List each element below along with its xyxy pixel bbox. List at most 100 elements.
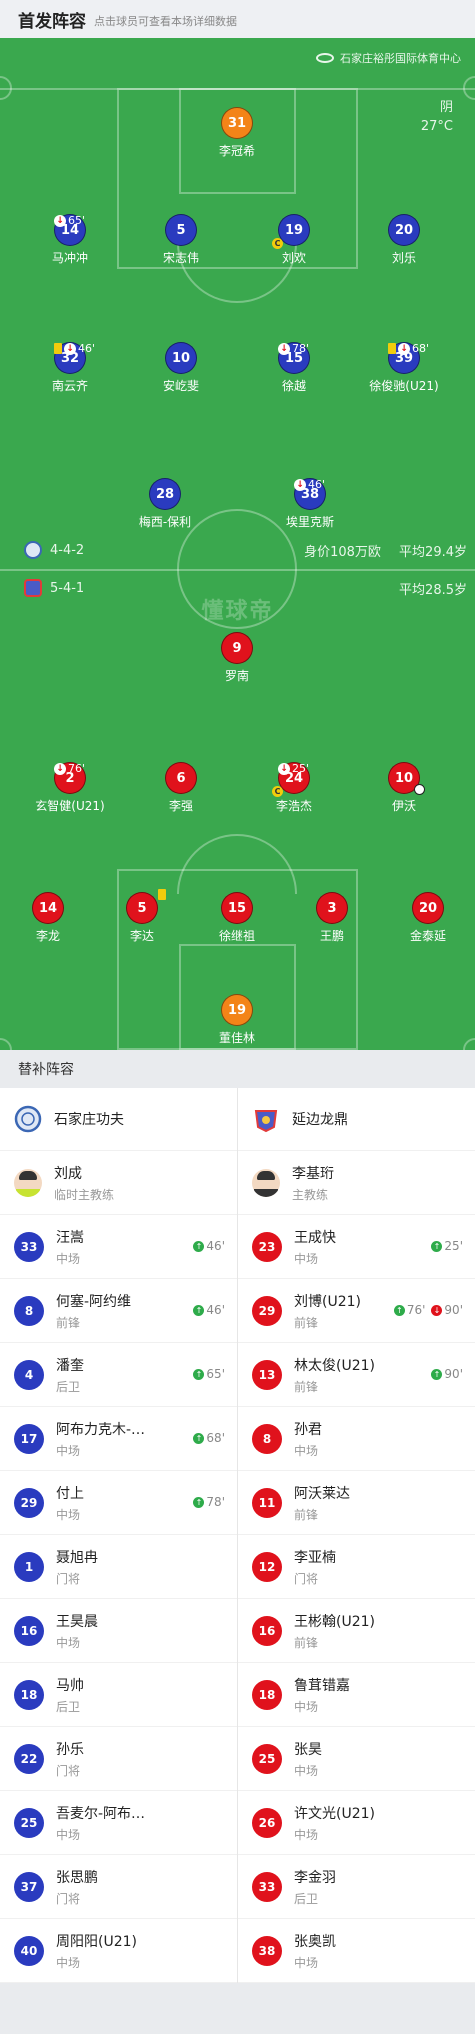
player-number: 31 [221, 107, 253, 139]
pitch-player[interactable]: 28 梅西-保利 [105, 478, 225, 530]
sub-player-number: 16 [252, 1615, 282, 1646]
sub-out-icon: ↓ [278, 762, 290, 775]
sub-player-row[interactable]: 22 孙乐 门将 [0, 1727, 237, 1791]
substitution-badge: ↓ 65' [54, 214, 85, 227]
player-name: 刘乐 [391, 251, 416, 265]
sub-player-number: 16 [14, 1615, 44, 1646]
sub-in-minute: 68' [206, 1431, 225, 1445]
pitch-player[interactable]: 31 李冠希 [177, 107, 297, 159]
sub-player-row[interactable]: 26 许文光(U21) 中场 [238, 1791, 475, 1855]
sub-player-position: 前锋 [294, 1507, 319, 1522]
substitution-badge: ↓ 76' [54, 762, 85, 775]
sub-player-row[interactable]: 16 王彬翰(U21) 前锋 [238, 1599, 475, 1663]
temperature: 27°C [420, 119, 453, 134]
sub-events: ↑ 68' [193, 1431, 225, 1445]
away-team-logo-icon [254, 1110, 278, 1133]
player-number: 20 [388, 214, 420, 246]
sub-player-position: 中场 [294, 1955, 319, 1970]
home-team-name: 石家庄功夫 [54, 1112, 124, 1128]
sub-player-name: 李金羽 [294, 1869, 336, 1886]
sub-player-position: 中场 [294, 1699, 319, 1714]
sub-minute: 46' [78, 342, 96, 355]
sub-player-number: 38 [252, 1935, 282, 1966]
pitch-player[interactable]: 19 董佳林 [177, 994, 297, 1046]
sub-player-number: 33 [252, 1871, 282, 1902]
sub-player-number: 18 [14, 1679, 44, 1710]
home-avg-age: 平均29.4岁 [399, 545, 467, 560]
pitch: 石家庄裕彤国际体育中心 阴 27°C 懂球帝 4-4-2 身价108万欧 平均2… [0, 38, 475, 1050]
sub-minute: 65' [68, 214, 86, 227]
pitch-player[interactable]: 32 ↓ 46' 南云齐 [10, 342, 130, 394]
sub-player-row[interactable]: 38 张奥凯 中场 [238, 1919, 475, 1983]
sub-player-row[interactable]: 8 何塞-阿约维 前锋 ↑ 46' [0, 1279, 237, 1343]
player-number: 20 [412, 892, 444, 924]
sub-player-row[interactable]: 4 潘奎 后卫 ↑ 65' [0, 1343, 237, 1407]
sub-player-row[interactable]: 8 孙君 中场 [238, 1407, 475, 1471]
sub-player-position: 中场 [56, 1507, 81, 1522]
pitch-player[interactable]: 5 宋志伟 [121, 214, 241, 266]
home-coach[interactable]: 刘成 临时主教练 [0, 1151, 237, 1215]
coach-avatar [14, 1168, 42, 1197]
sub-player-row[interactable]: 17 阿布力克木-… 中场 ↑ 68' [0, 1407, 237, 1471]
pitch-player[interactable]: 10 安屹斐 [121, 342, 241, 394]
pitch-player[interactable]: 38 ↓ 46' 埃里克斯 [250, 478, 370, 530]
pitch-player[interactable]: 15 ↓ 78' 徐越 [234, 342, 354, 394]
sub-player-row[interactable]: 16 王昊晨 中场 [0, 1599, 237, 1663]
subs-title: 替补阵容 [0, 1050, 475, 1088]
pitch-player[interactable]: 9 罗南 [177, 632, 297, 684]
sub-player-row[interactable]: 18 鲁茸错嘉 中场 [238, 1663, 475, 1727]
player-name: 马冲冲 [51, 251, 88, 265]
goal-ball-icon [414, 784, 425, 795]
pitch-player[interactable]: 2 ↓ 76' 玄智健(U21) [10, 762, 130, 814]
sub-player-row[interactable]: 11 阿沃莱达 前锋 [238, 1471, 475, 1535]
sub-player-number: 8 [252, 1423, 282, 1454]
pitch-player[interactable]: 6 李强 [121, 762, 241, 814]
sub-player-number: 26 [252, 1807, 282, 1838]
pitch-player[interactable]: 20 金泰延 [368, 892, 475, 944]
sub-player-row[interactable]: 23 王成快 中场 ↑ 25' [238, 1215, 475, 1279]
venue-label: 石家庄裕彤国际体育中心 [316, 50, 461, 66]
pitch-player[interactable]: 10 伊沃 [344, 762, 464, 814]
pitch-player[interactable]: 19 C 刘欢 [234, 214, 354, 266]
sub-player-row[interactable]: 18 马帅 后卫 [0, 1663, 237, 1727]
pitch-player[interactable]: 20 刘乐 [344, 214, 464, 266]
sub-events: ↑ 46' [193, 1303, 225, 1317]
sub-player-row[interactable]: 25 吾麦尔-阿布… 中场 [0, 1791, 237, 1855]
captain-icon: C [272, 786, 283, 797]
sub-player-row[interactable]: 33 汪嵩 中场 ↑ 46' [0, 1215, 237, 1279]
sub-player-row[interactable]: 12 李亚楠 门将 [238, 1535, 475, 1599]
pitch-player[interactable]: 14 ↓ 65' 马冲冲 [10, 214, 130, 266]
pitch-player[interactable]: 39 ↓ 68' 徐俊驰(U21) [344, 342, 464, 394]
sub-player-position: 中场 [56, 1635, 81, 1650]
player-name: 埃里克斯 [285, 515, 334, 529]
home-team-row[interactable]: 石家庄功夫 [0, 1088, 237, 1151]
sub-player-name: 阿布力克木-… [56, 1421, 146, 1438]
sub-player-number: 23 [252, 1231, 282, 1262]
away-team-row[interactable]: 延边龙鼎 [238, 1088, 475, 1151]
sub-player-row[interactable]: 29 刘博(U21) 前锋 ↑ 76' ↓ 90' [238, 1279, 475, 1343]
player-name: 南云齐 [51, 379, 88, 393]
sub-player-row[interactable]: 40 周阳阳(U21) 中场 [0, 1919, 237, 1983]
player-number: 5 [165, 214, 197, 246]
sub-player-position: 后卫 [56, 1379, 81, 1394]
sub-player-row[interactable]: 13 林太俊(U21) 前锋 ↑ 90' [238, 1343, 475, 1407]
sub-player-position: 中场 [294, 1827, 319, 1842]
sub-out-icon: ↓ [294, 478, 306, 491]
sub-player-row[interactable]: 1 聂旭冉 门将 [0, 1535, 237, 1599]
player-name: 梅西-保利 [138, 515, 192, 529]
pitch-player[interactable]: 24 ↓ 25' C 李浩杰 [234, 762, 354, 814]
sub-player-row[interactable]: 33 李金羽 后卫 [238, 1855, 475, 1919]
away-coach[interactable]: 李基珩 主教练 [238, 1151, 475, 1215]
sub-player-row[interactable]: 37 张思鹏 门将 [0, 1855, 237, 1919]
sub-player-row[interactable]: 29 付上 中场 ↑ 78' [0, 1471, 237, 1535]
subs-home: 石家庄功夫 刘成 临时主教练 33 汪嵩 中场 ↑ 46' 8 何塞-阿约维 前锋 ↑ 46' 4 潘… [0, 1088, 238, 1983]
sub-player-number: 22 [14, 1743, 44, 1774]
coach-name: 刘成 [54, 1165, 82, 1182]
sub-events: ↑ 25' [431, 1239, 463, 1253]
sub-player-row[interactable]: 25 张昊 中场 [238, 1727, 475, 1791]
sub-player-name: 孙乐 [56, 1741, 84, 1758]
sub-player-name: 张昊 [294, 1741, 322, 1758]
player-name: 金泰延 [409, 929, 446, 943]
weather-text: 阴 [439, 100, 453, 115]
sub-out-icon: ↓ [431, 1304, 443, 1316]
